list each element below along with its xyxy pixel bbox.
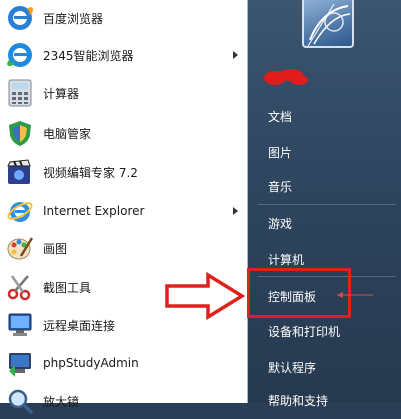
menu-item-default-programs[interactable]: 默认程序 [268, 359, 316, 376]
paint-icon [5, 233, 35, 263]
menu-item-pictures[interactable]: 图片 [268, 144, 292, 161]
user-avatar[interactable] [302, 0, 354, 48]
thin-arrow-icon [337, 292, 373, 298]
program-item-pc-manager[interactable]: 电脑管家 [0, 115, 246, 151]
menu-item-music[interactable]: 音乐 [268, 178, 292, 195]
program-label: phpStudyAdmin [43, 356, 139, 370]
2345-browser-icon [5, 40, 35, 70]
phpstudy-icon [5, 348, 35, 378]
program-item-paint[interactable]: 画图 [0, 230, 246, 266]
submenu-arrow-icon[interactable] [233, 51, 238, 59]
program-label: 截图工具 [43, 280, 92, 295]
pointer-arrow-icon [165, 272, 246, 320]
avatar-picture-icon [307, 3, 351, 46]
program-label: 视频编辑专家 7.2 [43, 165, 138, 180]
remote-desktop-icon [5, 310, 35, 340]
menu-item-games[interactable]: 游戏 [268, 215, 292, 232]
program-item-calculator[interactable]: 计算器 [0, 75, 246, 111]
internet-explorer-icon [5, 196, 35, 226]
program-label: 百度浏览器 [43, 11, 104, 26]
menu-item-computer[interactable]: 计算机 [268, 251, 304, 268]
menu-divider [258, 204, 396, 205]
program-list: 百度浏览器 2345智能浏览器 计算器 电脑管家 视频编辑专家 7.2 Inte… [0, 0, 248, 415]
program-label: 计算器 [43, 86, 80, 101]
start-menu-right-pane [248, 0, 401, 403]
program-item-video-editor[interactable]: 视频编辑专家 7.2 [0, 154, 246, 190]
program-label: 画图 [43, 241, 68, 256]
program-label: 放大镜 [43, 394, 80, 409]
magnifier-icon [5, 386, 35, 416]
redacted-username-mark [264, 69, 308, 85]
program-item-magnifier[interactable]: 放大镜 [0, 383, 246, 419]
menu-item-devices-and-printers[interactable]: 设备和打印机 [268, 323, 340, 340]
video-editor-icon [5, 157, 35, 187]
menu-item-documents[interactable]: 文档 [268, 108, 292, 125]
program-item-baidu-browser[interactable]: 百度浏览器 [0, 0, 246, 36]
pc-manager-icon [5, 118, 35, 148]
snipping-tool-icon [5, 272, 35, 302]
baidu-browser-icon [5, 3, 35, 33]
program-item-internet-explorer[interactable]: Internet Explorer [0, 193, 246, 229]
program-label: 2345智能浏览器 [43, 48, 134, 63]
program-label: 远程桌面连接 [43, 318, 116, 333]
submenu-arrow-icon[interactable] [233, 207, 238, 215]
program-label: Internet Explorer [43, 204, 145, 218]
calculator-icon [5, 78, 35, 108]
program-item-phpstudy[interactable]: phpStudyAdmin [0, 345, 246, 381]
menu-item-help-and-support[interactable]: 帮助和支持 [268, 392, 328, 409]
program-label: 电脑管家 [43, 126, 92, 141]
program-item-2345-browser[interactable]: 2345智能浏览器 [0, 37, 246, 73]
